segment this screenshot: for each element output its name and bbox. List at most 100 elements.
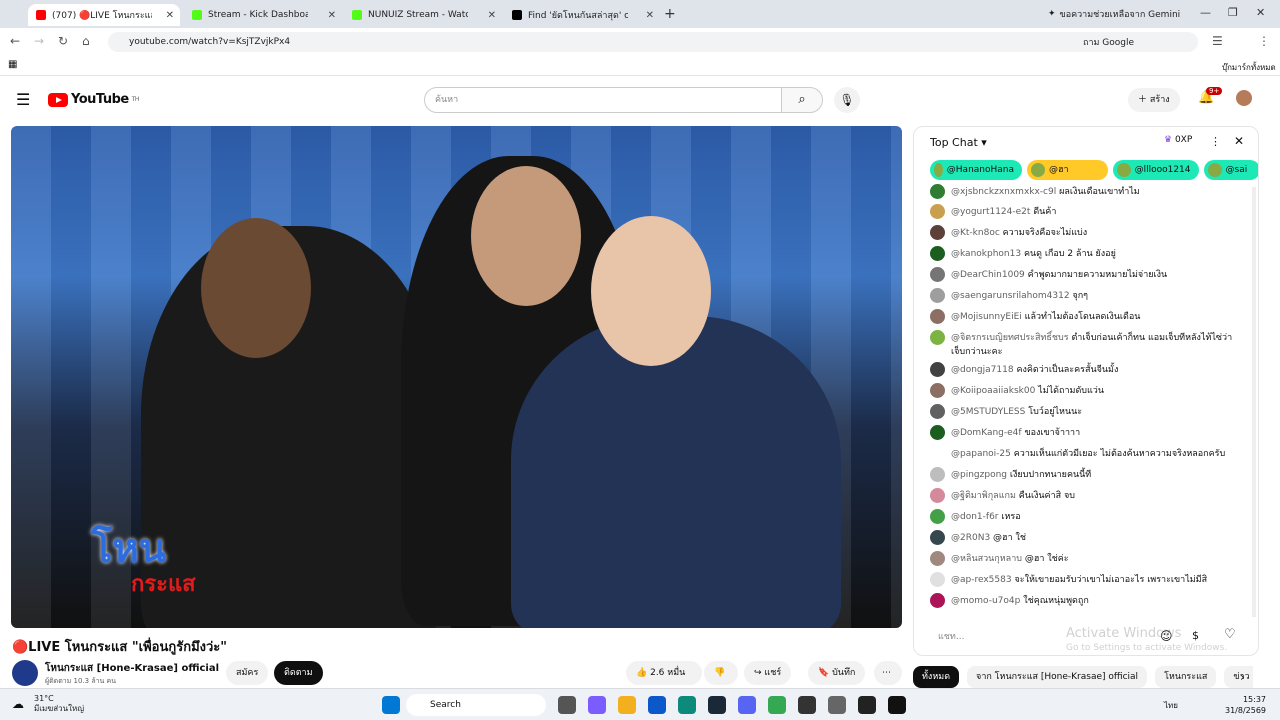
more-actions-icon[interactable]: ⋯ — [874, 661, 902, 685]
save-button[interactable]: 🔖 บันทึก — [808, 661, 866, 685]
avatar[interactable] — [930, 267, 945, 282]
steam-icon[interactable] — [708, 696, 726, 714]
reload-icon[interactable]: ↻ — [58, 34, 68, 48]
chat-author[interactable]: @MojisunnyEiEi — [951, 312, 1022, 322]
tab-youtube-live[interactable]: (707) 🔴LIVE โหนกระแส "เพื่อ ✕ — [28, 4, 180, 26]
back-icon[interactable]: ← — [10, 34, 20, 48]
input-language[interactable]: ไทย — [1164, 699, 1178, 712]
avatar[interactable] — [930, 288, 945, 303]
avatar[interactable] — [930, 446, 945, 461]
weather-widget[interactable]: 31°C มีเมฆส่วนใหญ่ — [34, 694, 84, 714]
chat-author[interactable]: @หลินสวนกุหลาบ — [951, 554, 1022, 564]
avatar[interactable] — [930, 404, 945, 419]
copilot-icon[interactable] — [588, 696, 606, 714]
close-tab-icon[interactable]: ✕ — [646, 10, 654, 21]
tab-kick-dashboard[interactable]: Stream - Kick Dashboard ✕ — [184, 4, 342, 26]
avatar[interactable] — [930, 383, 945, 398]
channel-avatar[interactable] — [12, 660, 38, 686]
avatar[interactable] — [930, 425, 945, 440]
edge-icon[interactable] — [678, 696, 696, 714]
start-icon[interactable] — [382, 696, 400, 714]
chat-author[interactable]: @5MSTUDYLESS — [951, 407, 1025, 417]
tab-kick-stream[interactable]: NUNUIZ Stream - Watch Live o ✕ — [344, 4, 502, 26]
chat-mode-dropdown[interactable]: Top Chat ▾ — [930, 136, 987, 149]
chat-close-icon[interactable]: ✕ — [1234, 134, 1244, 148]
pinned-chip[interactable]: @sai — [1203, 160, 1258, 180]
window-close-icon[interactable]: ✕ — [1256, 6, 1265, 19]
url-field[interactable]: youtube.com/watch?v=KsjTZvjkPx4 — [108, 32, 1198, 52]
apps-grid-icon[interactable]: ▦ — [8, 59, 17, 70]
account-avatar[interactable] — [1236, 90, 1252, 106]
video-player[interactable]: โหน กระแส — [11, 126, 902, 628]
forward-icon[interactable]: → — [34, 34, 44, 48]
chat-author[interactable]: @kanokphon13 — [951, 249, 1021, 259]
avatar[interactable] — [930, 509, 945, 524]
chat-author[interactable]: @momo-u7o4p — [951, 596, 1020, 606]
app-icon[interactable] — [828, 696, 846, 714]
like-button[interactable]: 👍 2.6 หมื่น — [626, 661, 702, 685]
chip-from-channel[interactable]: จาก โหนกระแส [Hone-Krasae] official — [967, 666, 1148, 688]
avatar[interactable] — [930, 184, 945, 199]
join-button[interactable]: สมัคร — [226, 661, 269, 685]
avatar[interactable] — [930, 225, 945, 240]
app-icon[interactable] — [798, 696, 816, 714]
new-tab-icon[interactable]: + — [664, 6, 676, 22]
chat-more-icon[interactable]: ⋮ — [1210, 135, 1221, 148]
close-tab-icon[interactable]: ✕ — [166, 10, 174, 21]
chat-author[interactable]: @papanoi-25 — [951, 449, 1011, 459]
microphone-icon[interactable]: 🎙 — [834, 87, 860, 113]
store-icon[interactable] — [648, 696, 666, 714]
avatar[interactable] — [930, 488, 945, 503]
chat-author[interactable]: @don1-f6r — [951, 512, 999, 522]
super-chat-icon[interactable]: $ — [1192, 629, 1199, 642]
heart-icon[interactable]: ♡ — [1224, 627, 1236, 642]
maximize-icon[interactable]: ❐ — [1228, 6, 1238, 19]
avatar[interactable] — [930, 572, 945, 587]
search-input[interactable]: ค้นหา — [424, 87, 782, 113]
taskview-icon[interactable] — [558, 696, 576, 714]
avatar[interactable] — [930, 362, 945, 377]
chat-author[interactable]: @DearChin1009 — [951, 270, 1025, 280]
avatar[interactable] — [930, 551, 945, 566]
share-button[interactable]: ↪ แชร์ — [744, 661, 792, 685]
obs-icon[interactable] — [888, 696, 906, 714]
chevron-right-icon[interactable]: › — [1240, 670, 1245, 684]
chat-author[interactable]: @ap-rex5583 — [951, 575, 1012, 585]
chat-author[interactable]: @จิตรกรเบญิยทศประสิทธิ์ชบร — [951, 333, 1069, 343]
menu-icon[interactable]: ☰ — [16, 90, 30, 109]
channel-name[interactable]: โหนกระแส [Hone-Krasae] official — [45, 661, 219, 676]
chat-author[interactable]: @yogurt1124-e2t — [951, 207, 1030, 217]
chip-all[interactable]: ทั้งหมด — [913, 666, 960, 688]
chat-author[interactable]: @Koiipoaaiiaksk00 — [951, 386, 1035, 396]
system-clock[interactable]: 15:37 31/8/2569 — [1225, 694, 1266, 716]
taskbar-search[interactable]: Search — [406, 694, 546, 716]
chip-channel-tag[interactable]: โหนกระแส — [1155, 666, 1217, 688]
dislike-button[interactable]: 👎 — [704, 661, 738, 685]
avatar[interactable] — [930, 593, 945, 608]
avatar[interactable] — [930, 246, 945, 261]
avatar[interactable] — [930, 467, 945, 482]
chip-news[interactable]: ข่าว — [1224, 666, 1253, 688]
extensions-icon[interactable]: ☰ — [1212, 34, 1223, 48]
chat-author[interactable]: @saengarunsrilahom4312 — [951, 291, 1070, 301]
tab-tiktok[interactable]: Find 'ยัดโหนกันสล่าสุด' on TikTok ✕ — [504, 4, 660, 26]
chat-author[interactable]: @ฐิติมาพิกุลแกม — [951, 491, 1016, 501]
home-icon[interactable]: ⌂ — [82, 34, 90, 48]
pinned-chip[interactable]: @ฮา — [1027, 160, 1108, 180]
app-icon[interactable] — [858, 696, 876, 714]
chat-author[interactable]: @xjsbnckzxnxmxkx-c9l — [951, 187, 1056, 197]
close-tab-icon[interactable]: ✕ — [328, 10, 336, 21]
youtube-logo[interactable]: YouTube TH — [48, 92, 139, 107]
avatar[interactable] — [930, 330, 945, 345]
search-icon[interactable]: ⌕ — [781, 87, 823, 113]
chat-author[interactable]: @pingzpong — [951, 470, 1007, 480]
avatar[interactable] — [930, 530, 945, 545]
create-button[interactable]: ＋ สร้าง — [1128, 88, 1180, 112]
file-explorer-icon[interactable] — [618, 696, 636, 714]
chat-author[interactable]: @2R0N3 — [951, 533, 990, 543]
browser-menu-icon[interactable]: ⋮ — [1258, 34, 1270, 48]
chat-author[interactable]: @Kt-kn8oc — [951, 228, 1000, 238]
subscribe-button[interactable]: ติดตาม — [274, 661, 323, 685]
pinned-chip[interactable]: @lllooo1214 — [1112, 160, 1199, 180]
discord-icon[interactable] — [738, 696, 756, 714]
